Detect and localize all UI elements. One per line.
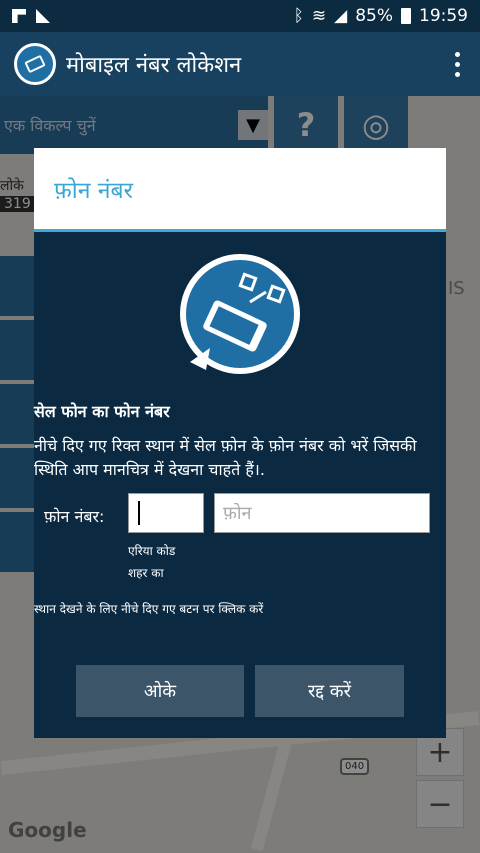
app-bar: मोबाइल नंबर लोकेशन — [0, 32, 480, 96]
app-title: मोबाइल नंबर लोकेशन — [66, 53, 242, 78]
wifi-icon: ≋ — [311, 6, 327, 26]
overflow-menu-icon[interactable] — [449, 51, 466, 77]
status-bar: ᛒ ≋ ◢ 85% 19:59 — [0, 0, 480, 32]
app-logo-icon — [180, 254, 300, 374]
notification-play-icon — [36, 9, 50, 23]
dialog-description: नीचे दिए गए रिक्त स्थान में सेल फ़ोन के … — [34, 436, 417, 479]
dialog-instruction: स्थान देखने के लिए नीचे दिए गए बटन पर क्… — [34, 602, 264, 616]
notification-flag-icon — [12, 9, 26, 23]
phone-number-label: फ़ोन नंबर: — [44, 507, 105, 526]
text-cursor — [138, 501, 140, 525]
signal-icon: ◢ — [334, 6, 348, 26]
app-logo-icon — [14, 43, 56, 85]
cancel-button[interactable]: रद्द करें — [255, 665, 404, 717]
dialog-header: फ़ोन नंबर — [34, 148, 446, 232]
battery-percent: 85% — [355, 6, 393, 26]
phone-number-input[interactable] — [214, 493, 430, 533]
phone-entry-row: फ़ोन नंबर: — [34, 493, 446, 537]
area-code-hint: एरिया कोड शहर का — [128, 540, 175, 584]
area-code-hint-line2: शहर का — [128, 566, 164, 580]
battery-icon — [401, 8, 411, 24]
clock: 19:59 — [419, 6, 468, 26]
area-code-hint-line1: एरिया कोड — [128, 544, 176, 558]
phone-number-dialog: फ़ोन नंबर सेल फोन का फोन नंबर नीचे दिए ग… — [34, 148, 446, 738]
dialog-heading: सेल फोन का फोन नंबर — [34, 402, 170, 421]
ok-button[interactable]: ओके — [76, 665, 244, 717]
dialog-title: फ़ोन नंबर — [54, 177, 134, 204]
bluetooth-icon: ᛒ — [293, 6, 304, 26]
